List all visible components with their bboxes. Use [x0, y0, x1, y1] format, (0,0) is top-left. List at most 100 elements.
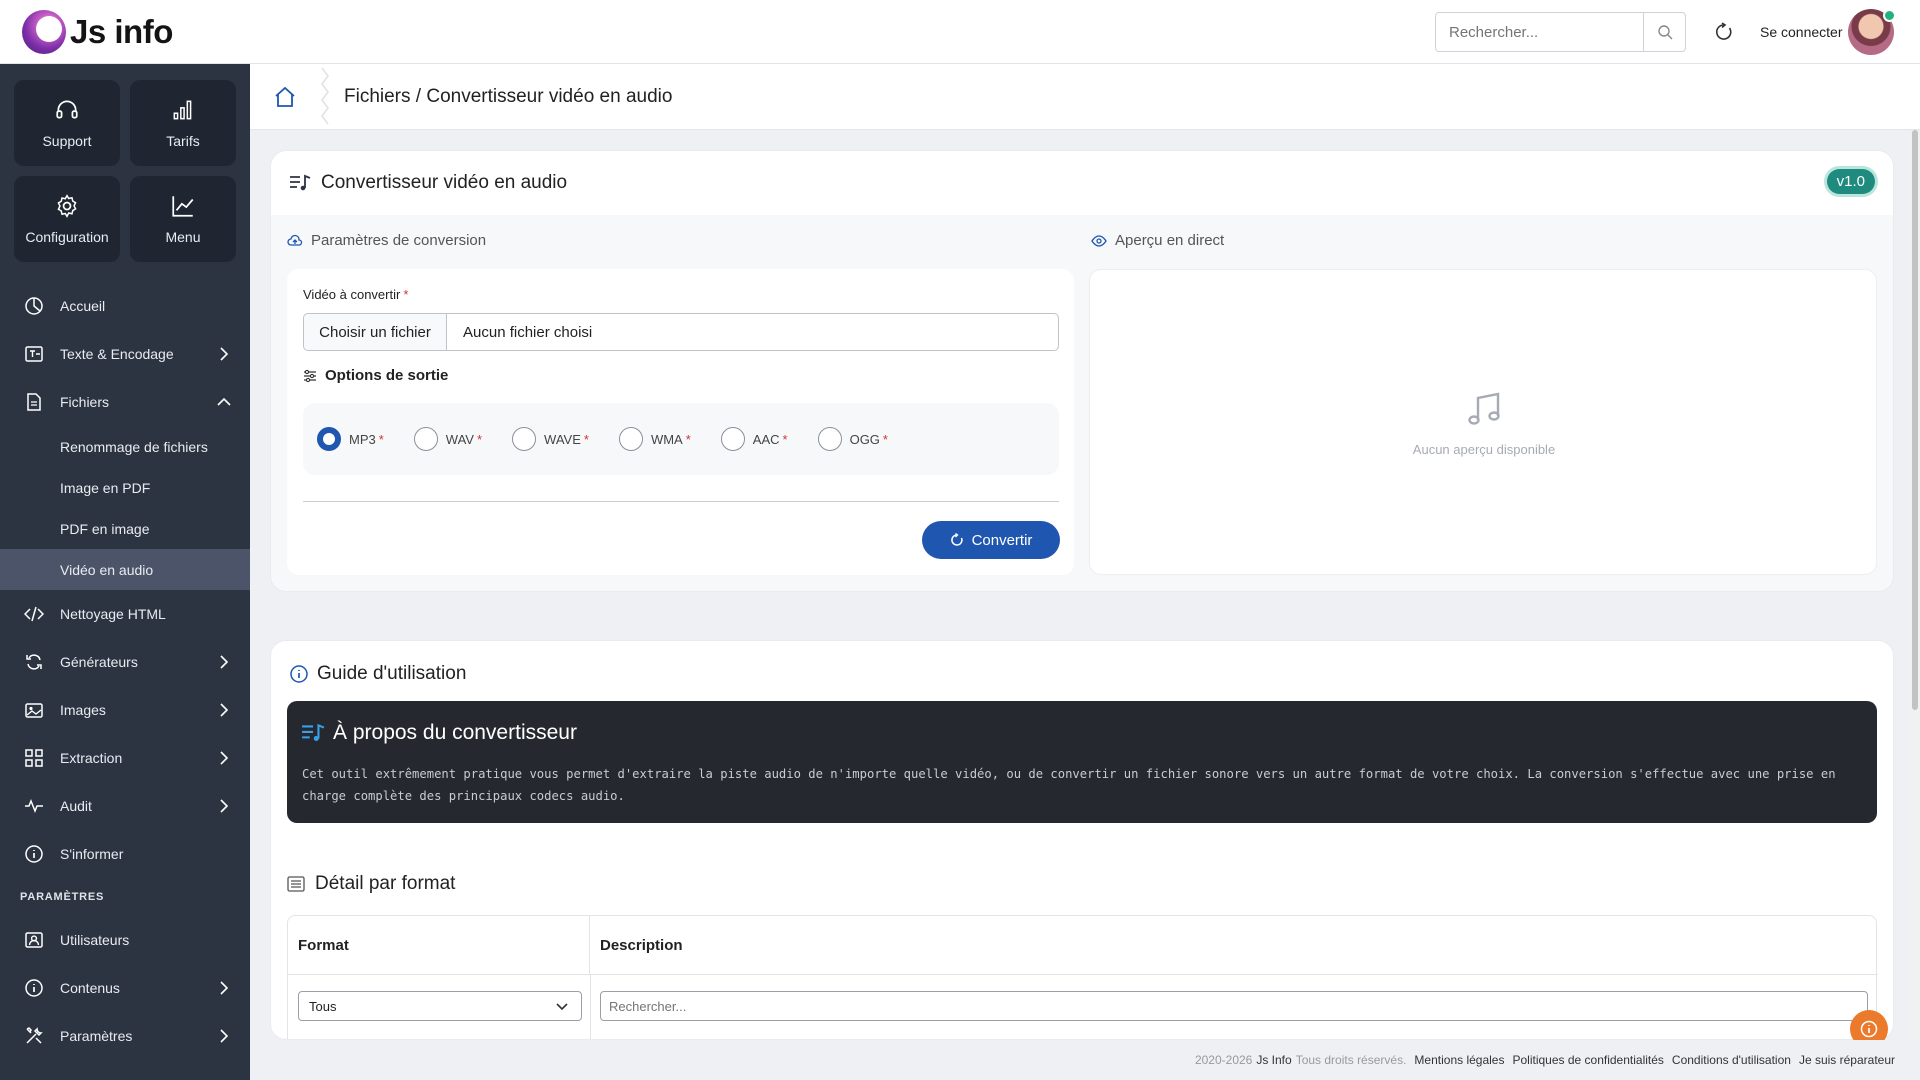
format-radio-aac[interactable]: AAC * — [720, 427, 788, 451]
radio-circle[interactable] — [512, 427, 537, 451]
required-marker: * — [685, 431, 691, 447]
format-radio-wma[interactable]: WMA * — [618, 427, 691, 451]
params-section-label: Paramètres de conversion — [287, 232, 486, 249]
detail-title: Détail par format — [287, 873, 455, 895]
footer-link-mentions[interactable]: Mentions légales — [1414, 1053, 1504, 1067]
sidebar-item-parametres[interactable]: Paramètres — [0, 1012, 250, 1060]
tile-tarifs[interactable]: Tarifs — [130, 80, 236, 166]
sidebar-item-fichiers[interactable]: Fichiers — [0, 378, 250, 426]
format-radio-ogg[interactable]: OGG * — [817, 427, 888, 451]
footer-years: 2020-2026 — [1194, 1053, 1253, 1067]
radio-circle-selected[interactable] — [317, 427, 341, 451]
footer-company[interactable]: Js Info — [1256, 1053, 1291, 1067]
preview-section-label: Aperçu en direct — [1091, 232, 1224, 249]
sidebar-item-label: Accueil — [60, 298, 106, 314]
info-icon — [24, 978, 44, 998]
footer-link-repairer[interactable]: Je suis réparateur — [1799, 1053, 1895, 1067]
preview-label: Aperçu en direct — [1115, 232, 1225, 249]
guide-title-text: Guide d'utilisation — [317, 663, 467, 684]
format-filter-value: Tous — [309, 998, 337, 1014]
format-radio-wave[interactable]: WAVE * — [512, 427, 589, 451]
chevron-up-icon — [217, 397, 231, 406]
converter-header: Convertisseur vidéo en audio v1.0 — [271, 151, 1893, 215]
choose-file-button[interactable]: Choisir un fichier — [304, 314, 447, 350]
search-icon — [1657, 25, 1672, 40]
refresh-icon — [1716, 22, 1732, 40]
video-label-text: Vidéo à convertir — [303, 287, 401, 302]
format-radio-mp3[interactable]: MP3 * — [317, 427, 384, 451]
sidebar-item-nettoyage-html[interactable]: Nettoyage HTML — [0, 590, 250, 638]
tile-label: Menu — [165, 229, 201, 245]
sidebar-item-contenus[interactable]: Contenus — [0, 964, 250, 1012]
required-marker: * — [882, 431, 888, 447]
description-search-input[interactable] — [600, 991, 1868, 1021]
converter-card: Convertisseur vidéo en audio v1.0 Paramè… — [270, 150, 1894, 592]
grid-icon — [24, 748, 44, 768]
code-icon — [24, 604, 44, 624]
radio-label: WAVE — [544, 431, 581, 447]
login-link[interactable]: Se connecter — [1760, 24, 1843, 40]
sidebar-item-generateurs[interactable]: Générateurs — [0, 638, 250, 686]
sidebar: Support Tarifs Configuration Menu Accuei… — [0, 64, 250, 1080]
breadcrumb-divider — [321, 67, 329, 124]
home-button[interactable] — [250, 64, 320, 130]
column-header-format[interactable]: Format — [288, 916, 590, 974]
column-header-description[interactable]: Description — [590, 916, 1878, 974]
sidebar-subitem-video-en-audio[interactable]: Vidéo en audio — [0, 549, 250, 590]
music-note-icon — [1468, 392, 1500, 425]
scrollbar-thumb[interactable] — [1912, 130, 1918, 710]
sidebar-nav: Accueil Texte & Encodage Fichiers Renomm… — [0, 282, 250, 1060]
sidebar-item-accueil[interactable]: Accueil — [0, 282, 250, 330]
about-box: À propos du convertisseur Cet outil extr… — [287, 701, 1877, 823]
sidebar-item-audit[interactable]: Audit — [0, 782, 250, 830]
radio-circle[interactable] — [720, 427, 745, 451]
form-divider — [303, 501, 1059, 502]
tile-configuration[interactable]: Configuration — [14, 176, 120, 262]
footer-link-privacy[interactable]: Politiques de confidentialités — [1512, 1053, 1663, 1067]
tile-label: Configuration — [25, 229, 109, 245]
guide-card: Guide d'utilisation À propos du converti… — [270, 640, 1894, 1040]
tools-icon — [24, 1026, 44, 1046]
radio-circle[interactable] — [618, 427, 643, 451]
trend-chart-icon — [172, 196, 194, 217]
music-list-icon — [302, 723, 325, 741]
radio-circle[interactable] — [413, 427, 438, 451]
format-filter-select[interactable]: Tous — [298, 991, 582, 1021]
tile-support[interactable]: Support — [14, 80, 120, 166]
chevron-right-icon — [220, 347, 229, 361]
search-button[interactable] — [1643, 13, 1685, 51]
sidebar-item-label: S'informer — [60, 846, 124, 862]
video-file-input[interactable]: Choisir un fichier Aucun fichier choisi — [303, 313, 1059, 351]
sidebar-item-extraction[interactable]: Extraction — [0, 734, 250, 782]
chevron-right-icon — [220, 981, 229, 995]
sidebar-item-label: Texte & Encodage — [60, 346, 174, 362]
sliders-icon — [304, 369, 316, 382]
required-marker: * — [378, 431, 384, 447]
refresh-button[interactable] — [1710, 18, 1738, 46]
format-radio-wav[interactable]: WAV * — [413, 427, 482, 451]
radio-circle[interactable] — [817, 427, 842, 451]
avatar[interactable] — [1848, 9, 1896, 55]
sidebar-item-label: Extraction — [60, 750, 123, 766]
tile-menu[interactable]: Menu — [130, 176, 236, 262]
sidebar-item-images[interactable]: Images — [0, 686, 250, 734]
sidebar-subitem-image-en-pdf[interactable]: Image en PDF — [0, 467, 250, 508]
search-input[interactable] — [1436, 13, 1643, 51]
sidebar-item-sinformer[interactable]: S'informer — [0, 830, 250, 878]
sidebar-item-utilisateurs[interactable]: Utilisateurs — [0, 916, 250, 964]
sidebar-item-texte-encodage[interactable]: Texte & Encodage — [0, 330, 250, 378]
filter-row: Tous — [288, 974, 1878, 1039]
page-scrollbar[interactable] — [1910, 130, 1920, 1040]
output-options-title: Options de sortie — [303, 367, 448, 384]
cycle-icon — [24, 652, 44, 672]
brand[interactable]: Js info — [22, 9, 173, 54]
chevron-down-icon — [556, 1003, 568, 1011]
sidebar-subitem-renommage[interactable]: Renommage de fichiers — [0, 426, 250, 467]
about-title-text: À propos du convertisseur — [333, 721, 577, 744]
convert-button[interactable]: Convertir — [922, 521, 1060, 559]
chevron-right-icon — [220, 751, 229, 765]
footer-link-terms[interactable]: Conditions d'utilisation — [1672, 1053, 1791, 1067]
sidebar-subitem-pdf-en-image[interactable]: PDF en image — [0, 508, 250, 549]
radio-label: WAV — [445, 431, 474, 447]
required-marker: * — [403, 287, 409, 302]
